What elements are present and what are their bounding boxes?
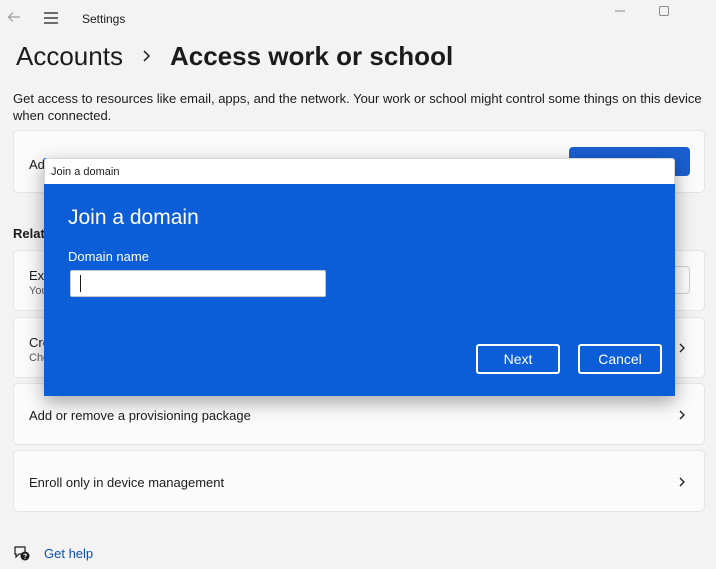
minimize-icon[interactable] <box>613 4 627 18</box>
dialog-heading: Join a domain <box>68 206 199 229</box>
window-title: Settings <box>82 12 126 26</box>
hamburger-icon[interactable] <box>42 11 60 25</box>
get-help-link[interactable]: Get help <box>44 546 93 561</box>
chevron-right-icon <box>143 50 151 62</box>
join-domain-dialog: Join a domain Join a domain Domain name … <box>44 158 675 396</box>
enroll-card-title: Enroll only in device management <box>29 475 225 490</box>
chevron-right-icon <box>679 343 685 353</box>
page-title: Access work or school <box>169 40 454 71</box>
help-icon <box>14 546 30 561</box>
text-caret <box>80 275 81 292</box>
domain-name-label: Domain name <box>68 249 149 264</box>
breadcrumb: Accounts Access work or school <box>16 38 453 74</box>
title-bar: Settings <box>0 0 716 36</box>
next-button[interactable]: Next <box>476 344 560 374</box>
cancel-button[interactable]: Cancel <box>578 344 662 374</box>
page-description: Get access to resources like email, apps… <box>13 91 702 123</box>
related-settings-heading: Relat <box>13 226 45 241</box>
domain-name-input[interactable] <box>70 270 326 297</box>
back-arrow-icon[interactable] <box>6 9 22 25</box>
maximize-icon[interactable] <box>657 4 671 18</box>
provisioning-card-title: Add or remove a provisioning package <box>29 408 251 423</box>
dialog-window-title: Join a domain <box>51 166 120 178</box>
chevron-right-icon <box>679 410 685 420</box>
dialog-title-bar[interactable]: Join a domain <box>44 158 675 184</box>
breadcrumb-accounts[interactable]: Accounts <box>16 41 123 72</box>
enroll-device-management-card[interactable]: Enroll only in device management <box>13 450 705 512</box>
chevron-right-icon <box>679 477 685 487</box>
add-account-label: Ad <box>29 157 45 172</box>
